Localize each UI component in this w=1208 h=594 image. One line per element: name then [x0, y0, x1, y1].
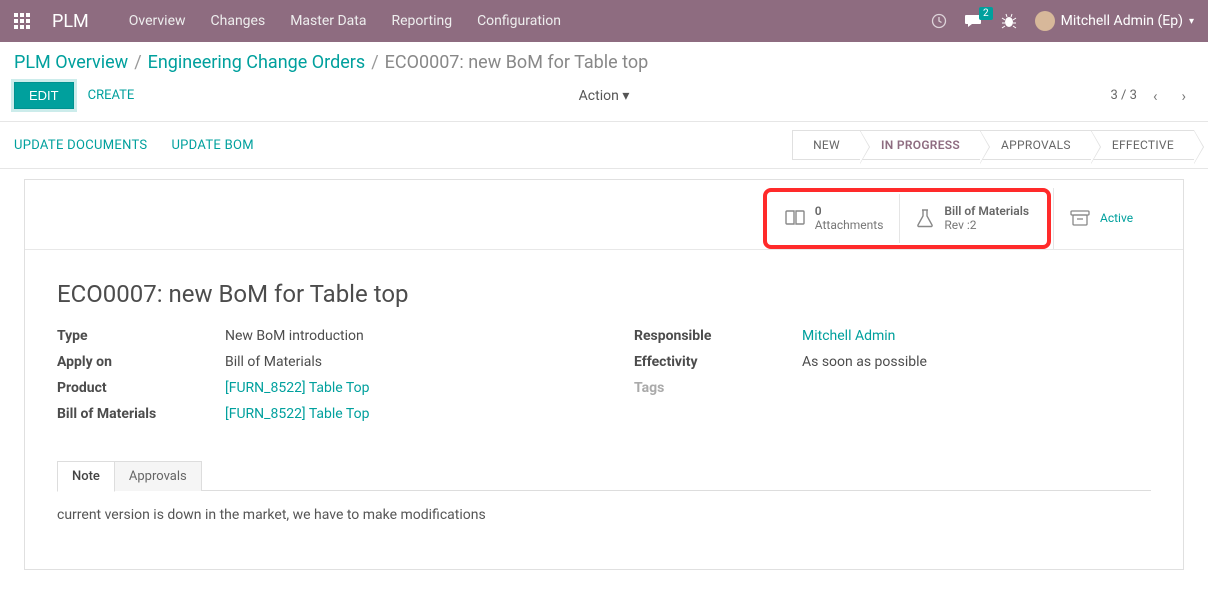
avatar-icon: [1035, 11, 1055, 31]
stage-in-progress[interactable]: IN PROGRESS: [861, 130, 981, 160]
active-label: Active: [1100, 211, 1133, 225]
label-bom: Bill of Materials: [57, 406, 207, 422]
pager-count: 3 / 3: [1111, 88, 1137, 103]
pager: 3 / 3 ‹ ›: [1111, 84, 1194, 108]
label-type: Type: [57, 328, 207, 344]
messages-icon[interactable]: 2: [965, 13, 983, 29]
value-product[interactable]: [FURN_8522] Table Top: [225, 380, 574, 396]
breadcrumb: PLM Overview / Engineering Change Orders…: [0, 42, 1208, 79]
update-documents-button[interactable]: UPDATE DOCUMENTS: [14, 138, 147, 153]
breadcrumb-root[interactable]: PLM Overview: [14, 52, 128, 73]
action-row: EDIT CREATE Action ▾ 3 / 3 ‹ ›: [0, 79, 1208, 122]
nav-changes[interactable]: Changes: [211, 13, 266, 29]
attachments-statbox[interactable]: 0 Attachments: [769, 194, 900, 243]
value-bom[interactable]: [FURN_8522] Table Top: [225, 406, 574, 422]
pager-prev[interactable]: ‹: [1145, 84, 1166, 108]
edit-button[interactable]: EDIT: [14, 82, 74, 109]
apps-icon[interactable]: [14, 13, 30, 29]
action-dropdown[interactable]: Action ▾: [579, 88, 630, 104]
highlight-box: 0 Attachments Bill of Materials Rev :2: [763, 188, 1051, 249]
stage-new[interactable]: NEW: [792, 130, 861, 160]
archive-icon: [1070, 209, 1090, 227]
breadcrumb-current: ECO0007: new BoM for Table top: [385, 52, 649, 73]
label-effectivity: Effectivity: [634, 354, 784, 370]
tab-note[interactable]: Note: [57, 461, 115, 492]
stat-bar: 0 Attachments Bill of Materials Rev :2: [25, 180, 1183, 250]
label-product: Product: [57, 380, 207, 396]
right-nav: 2 Mitchell Admin (Ep) ▾: [931, 11, 1194, 31]
create-button[interactable]: CREATE: [88, 88, 135, 103]
nav-overview[interactable]: Overview: [129, 13, 186, 29]
tabs-header: Note Approvals: [57, 460, 1151, 491]
stage-approvals[interactable]: APPROVALS: [981, 130, 1092, 160]
bug-icon[interactable]: [1001, 13, 1017, 29]
label-apply-on: Apply on: [57, 354, 207, 370]
bom-rev: Rev :2: [944, 218, 1029, 232]
sub-bar: UPDATE DOCUMENTS UPDATE BOM NEW IN PROGR…: [0, 122, 1208, 169]
user-menu[interactable]: Mitchell Admin (Ep) ▾: [1035, 11, 1194, 31]
bom-label: Bill of Materials: [944, 204, 1029, 218]
note-content: current version is down in the market, w…: [57, 491, 1151, 539]
messages-count: 2: [979, 7, 993, 20]
top-nav: PLM Overview Changes Master Data Reporti…: [0, 0, 1208, 42]
app-brand[interactable]: PLM: [52, 11, 89, 32]
value-tags: [802, 380, 1151, 396]
nav-configuration[interactable]: Configuration: [477, 13, 561, 29]
tab-approvals[interactable]: Approvals: [115, 461, 202, 491]
update-bom-button[interactable]: UPDATE BOM: [171, 138, 253, 153]
value-responsible[interactable]: Mitchell Admin: [802, 328, 1151, 344]
form-sheet: 0 Attachments Bill of Materials Rev :2: [24, 179, 1184, 570]
attachments-count: 0: [815, 204, 884, 218]
nav-master-data[interactable]: Master Data: [290, 13, 366, 29]
breadcrumb-parent[interactable]: Engineering Change Orders: [148, 52, 366, 73]
chevron-down-icon: ▾: [1189, 16, 1194, 27]
pager-next[interactable]: ›: [1173, 84, 1194, 108]
clock-icon[interactable]: [931, 13, 947, 29]
bom-statbox[interactable]: Bill of Materials Rev :2: [899, 194, 1045, 243]
label-tags: Tags: [634, 380, 784, 396]
chevron-down-icon: ▾: [622, 88, 629, 104]
stage-strip: NEW IN PROGRESS APPROVALS EFFECTIVE: [792, 130, 1194, 160]
value-apply-on: Bill of Materials: [225, 354, 574, 370]
attachments-label: Attachments: [815, 218, 884, 232]
fields-grid: Type New BoM introduction Apply on Bill …: [25, 318, 1183, 446]
record-title: ECO0007: new BoM for Table top: [25, 250, 1183, 318]
user-name: Mitchell Admin (Ep): [1061, 13, 1183, 29]
value-type: New BoM introduction: [225, 328, 574, 344]
nav-reporting[interactable]: Reporting: [392, 13, 453, 29]
stage-effective[interactable]: EFFECTIVE: [1092, 130, 1194, 160]
flask-icon: [916, 208, 934, 228]
nav-links: Overview Changes Master Data Reporting C…: [129, 13, 561, 29]
label-responsible: Responsible: [634, 328, 784, 344]
value-effectivity: As soon as possible: [802, 354, 1151, 370]
active-statbox[interactable]: Active: [1053, 188, 1183, 249]
book-icon: [785, 209, 805, 227]
